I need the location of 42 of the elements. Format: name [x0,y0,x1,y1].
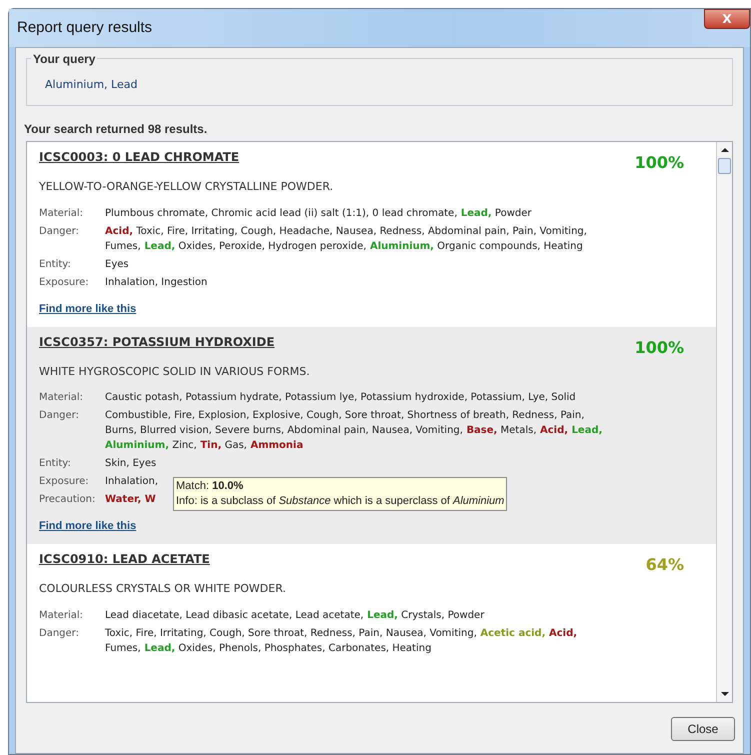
field-value: Water, W [105,493,156,507]
result-description: COLOURLESS CRYSTALS OR WHITE POWDER. [39,581,287,597]
scrollbar[interactable] [716,142,732,702]
result-description: YELLOW-TO-ORANGE-YELLOW CRYSTALLINE POWDER. [39,179,334,195]
field-label: Entity: [39,258,72,272]
field-value: Combustible, Fire, Explosion, Explosive, Cough, Sore throat, Shortness of breath, Redness, Pain, Burns, Blurred vision, Severe burns, Abdominal pain, Nausea, Vomiting, Base, Metals, Acid, Lead, Aluminium, Zinc, Tin, Gas, Ammonia [105,409,604,453]
close-dialog-button[interactable]: Close [671,717,735,741]
field-label: Danger: [39,409,80,423]
field-label: Material: [39,206,84,220]
field-label: Danger: [39,224,80,238]
field-label: Entity: [39,457,72,471]
match-percent: 64% [646,554,684,576]
field-value: Skin, Eyes [105,457,156,471]
results-summary: Your search returned 98 results. [24,121,208,138]
find-more-link[interactable]: Find more like this [39,300,136,317]
scroll-thumb[interactable] [718,158,731,174]
field-label: Danger: [39,626,80,640]
result-title[interactable]: ICSC0357: POTASSIUM HYDROXIDE [39,332,275,350]
field-value: Eyes [105,258,129,272]
result-title[interactable]: ICSC0003: 0 LEAD CHROMATE [39,148,240,166]
field-value: Toxic, Fire, Irritating, Cough, Sore throat, Redness, Pain, Nausea, Vomiting, Acetic acid, Acid, Fumes, Lead, Oxides, Phenols, Phosphates, Carbonates, Heating [105,626,578,656]
field-value: Inhalation, Ingestion [105,276,208,290]
window-title: Report query results [17,18,152,38]
field-value: Inhalation, [105,475,158,489]
match-percent: 100% [634,152,684,174]
field-label: Exposure: [39,276,90,290]
field-value: Plumbous chromate, Chromic acid lead (ii) salt (1:1), 0 lead chromate, Lead, Powder [105,206,532,220]
field-label: Exposure: [39,475,90,489]
match-percent: 100% [634,336,684,358]
result-title[interactable]: ICSC0910: LEAD ACETATE [39,550,210,568]
field-label: Material: [39,608,84,622]
field-value: Acid, Toxic, Fire, Irritating, Cough, Headache, Nausea, Redness, Abdominal pain, Pain, Vomiting, Fumes, Lead, Oxides, Peroxide, Hydrogen peroxide, Aluminium, Organic compounds, Heating [105,224,588,254]
tooltip-match: Match: 10.0% [176,478,244,494]
query-value: Aluminium, Lead [45,77,138,93]
result-description: WHITE HYGROSCOPIC SOLID IN VARIOUS FORMS. [39,364,311,380]
find-more-link[interactable]: Find more like this [39,518,136,534]
field-value: Caustic potash, Potassium hydrate, Potassium lye, Potassium hydroxide, Potassium, Lye, Solid [105,391,576,405]
result-card[interactable] [27,326,716,544]
field-label: Precaution: [39,493,96,507]
field-label: Material: [39,391,84,405]
tooltip-info: Info: is a subclass of Substance which is a superclass of Aluminium [176,494,504,508]
field-value: Lead diacetate, Lead dibasic acetate, Lead acetate, Lead, Crystals, Powder [105,608,484,622]
